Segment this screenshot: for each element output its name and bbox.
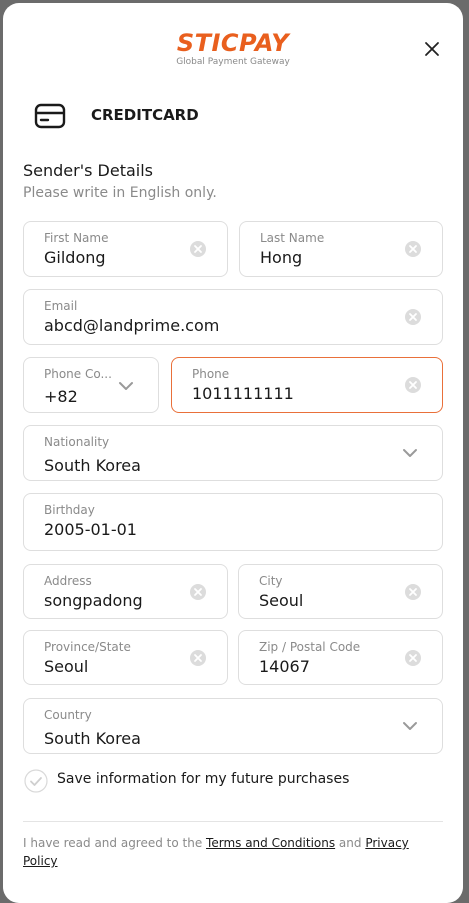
province-field[interactable]: Province/State Seoul bbox=[23, 630, 228, 685]
country-label: Country bbox=[44, 708, 92, 722]
phone-code-value: +82 bbox=[44, 387, 78, 406]
phone-code-label: Phone Co... bbox=[44, 367, 112, 381]
terms-middle: and bbox=[335, 836, 366, 850]
first-name-label: First Name bbox=[44, 231, 109, 245]
first-name-field[interactable]: First Name Gildong bbox=[23, 221, 228, 277]
phone-label: Phone bbox=[192, 367, 230, 381]
credit-card-icon bbox=[33, 100, 67, 132]
payment-method-label: CREDITCARD bbox=[91, 106, 199, 124]
payment-form-modal: STICPAY Global Payment Gateway CREDITCAR… bbox=[3, 3, 463, 903]
nationality-select[interactable]: Nationality South Korea bbox=[23, 425, 443, 481]
country-select[interactable]: Country South Korea bbox=[23, 698, 443, 754]
city-label: City bbox=[259, 574, 283, 588]
phone-field[interactable]: Phone 1011111111 bbox=[171, 357, 443, 413]
birthday-field[interactable]: Birthday 2005-01-01 bbox=[23, 493, 443, 551]
clear-icon[interactable] bbox=[189, 240, 207, 258]
close-icon bbox=[425, 42, 439, 56]
close-button[interactable] bbox=[420, 37, 444, 61]
province-value[interactable]: Seoul bbox=[44, 657, 88, 676]
divider bbox=[23, 821, 443, 822]
clear-icon[interactable] bbox=[404, 649, 422, 667]
last-name-label: Last Name bbox=[260, 231, 325, 245]
chevron-down-icon[interactable] bbox=[118, 381, 134, 391]
zip-label: Zip / Postal Code bbox=[259, 640, 361, 654]
last-name-field[interactable]: Last Name Hong bbox=[239, 221, 443, 277]
email-value[interactable]: abcd@landprime.com bbox=[44, 316, 219, 335]
zip-field[interactable]: Zip / Postal Code 14067 bbox=[238, 630, 443, 685]
save-info-label: Save information for my future purchases bbox=[57, 771, 350, 787]
email-label: Email bbox=[44, 299, 78, 313]
nationality-value: South Korea bbox=[44, 456, 141, 475]
section-subtitle: Please write in English only. bbox=[23, 185, 217, 201]
first-name-value[interactable]: Gildong bbox=[44, 248, 106, 267]
nationality-label: Nationality bbox=[44, 435, 110, 449]
address-label: Address bbox=[44, 574, 92, 588]
clear-icon[interactable] bbox=[404, 240, 422, 258]
check-icon bbox=[24, 769, 48, 793]
clear-icon[interactable] bbox=[189, 583, 207, 601]
phone-code-select[interactable]: Phone Co... +82 bbox=[23, 357, 159, 413]
clear-icon[interactable] bbox=[189, 649, 207, 667]
last-name-value[interactable]: Hong bbox=[260, 248, 302, 267]
email-field[interactable]: Email abcd@landprime.com bbox=[23, 289, 443, 345]
country-value: South Korea bbox=[44, 729, 141, 748]
chevron-down-icon[interactable] bbox=[402, 448, 418, 458]
chevron-down-icon[interactable] bbox=[402, 721, 418, 731]
terms-link[interactable]: Terms and Conditions bbox=[206, 836, 335, 850]
clear-icon[interactable] bbox=[404, 583, 422, 601]
birthday-value[interactable]: 2005-01-01 bbox=[44, 520, 137, 539]
zip-value[interactable]: 14067 bbox=[259, 657, 310, 676]
clear-icon[interactable] bbox=[404, 376, 422, 394]
clear-icon[interactable] bbox=[404, 308, 422, 326]
city-value[interactable]: Seoul bbox=[259, 591, 303, 610]
brand-tagline: Global Payment Gateway bbox=[176, 57, 290, 67]
city-field[interactable]: City Seoul bbox=[238, 564, 443, 619]
section-title: Sender's Details bbox=[23, 161, 154, 180]
save-info-checkbox[interactable] bbox=[24, 769, 48, 793]
birthday-label: Birthday bbox=[44, 503, 95, 517]
terms-prefix: I have read and agreed to the bbox=[23, 836, 207, 850]
province-label: Province/State bbox=[44, 640, 131, 654]
brand-logo: STICPAY bbox=[176, 29, 290, 57]
address-field[interactable]: Address songpadong bbox=[23, 564, 228, 619]
address-value[interactable]: songpadong bbox=[44, 591, 143, 610]
terms-agreement-text: I have read and agreed to the Terms and … bbox=[23, 834, 433, 870]
phone-value[interactable]: 1011111111 bbox=[192, 384, 294, 403]
